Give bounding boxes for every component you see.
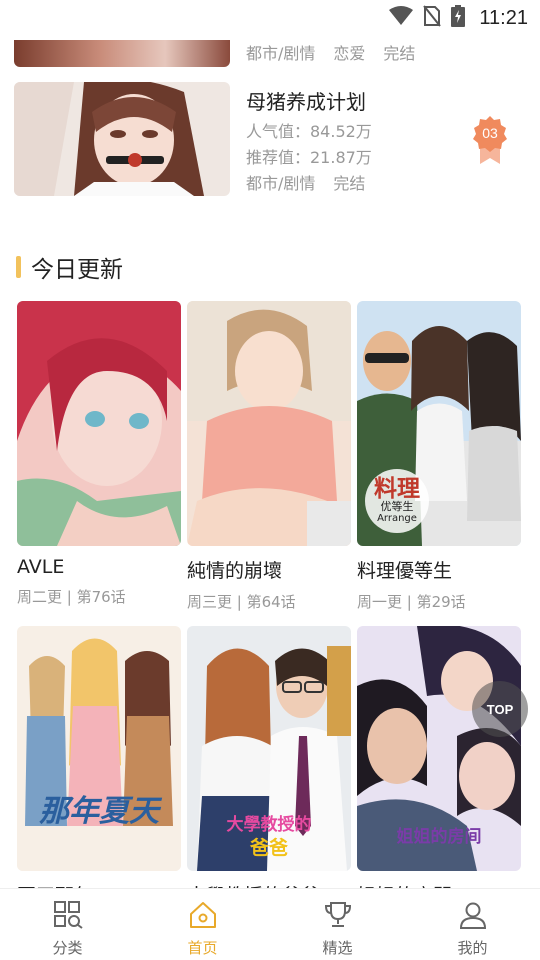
comic-cover[interactable]: 料理 优等生 Arrange <box>357 301 521 546</box>
section-header-today-updates: 今日更新 <box>16 250 123 284</box>
comic-title[interactable]: 料理優等生 <box>357 556 521 583</box>
nav-label: 分类 <box>52 939 83 957</box>
comic-cover[interactable]: 姐姐的房间 <box>357 626 521 871</box>
user-icon <box>458 901 488 933</box>
category-grid-icon <box>53 901 83 933</box>
wifi-icon <box>389 6 414 30</box>
comic-update-info: 周二更 | 第76话 <box>17 588 126 606</box>
nav-item-category[interactable]: 分类 <box>0 889 135 960</box>
comic-cover[interactable]: 大學教授的 爸爸 <box>187 626 351 871</box>
comic-cover[interactable] <box>17 301 181 546</box>
previous-rank-tags: 都市/剧情 恋爱 完结 <box>246 40 415 64</box>
bottom-nav: 分类 首页 精选 我的 <box>0 888 540 960</box>
cover-text: 爸爸 <box>249 837 288 859</box>
scroll-to-top-button[interactable]: TOP <box>472 681 528 737</box>
cover-text: 优等生 <box>380 500 414 513</box>
section-title: 今日更新 <box>31 257 123 283</box>
rank-item[interactable]: 母猪养成计划 人气值：84.52万 推荐值：21.87万 都市/剧情 完结 03 <box>14 82 526 198</box>
cover-text: 那年夏天 <box>39 794 159 829</box>
status-tag: 完结 <box>333 174 366 193</box>
rank-item-recommend: 推荐值：21.87万 <box>246 148 372 167</box>
rank-item-title[interactable]: 母猪养成计划 <box>246 86 366 115</box>
tag: 恋爱 <box>333 44 366 63</box>
nav-item-profile[interactable]: 我的 <box>405 889 540 960</box>
comic-card[interactable]: AVLE 周二更 | 第76话 <box>17 301 181 607</box>
nav-label: 精选 <box>322 939 353 957</box>
comic-update-info: 周一更 | 第29话 <box>357 593 466 611</box>
nav-label: 我的 <box>457 939 488 957</box>
trophy-icon <box>323 901 353 933</box>
tag: 完结 <box>383 44 416 63</box>
battery-charging-icon <box>451 5 466 31</box>
genre-tag: 都市/剧情 <box>246 174 316 193</box>
cover-text: 大學教授的 <box>226 815 312 835</box>
rank-badge-number: 03 <box>482 125 498 141</box>
nav-item-featured[interactable]: 精选 <box>270 889 405 960</box>
no-sim-icon <box>423 5 442 31</box>
comic-card[interactable]: 那年夏天 夏天那年 <box>17 626 181 916</box>
status-bar: 11:21 <box>0 0 540 36</box>
nav-item-home[interactable]: 首页 <box>135 889 270 960</box>
section-accent-bar <box>16 256 21 278</box>
comic-card[interactable]: 料理 优等生 Arrange 料理優等生 周一更 | 第29话 <box>357 301 521 612</box>
comic-title[interactable]: AVLE <box>17 556 181 578</box>
tag: 都市/剧情 <box>246 44 316 63</box>
rank-item-cover[interactable] <box>14 82 230 196</box>
comic-cover[interactable] <box>187 301 351 546</box>
comic-card[interactable]: 姐姐的房间 姐姐的房間 <box>357 626 521 916</box>
home-icon <box>188 901 218 933</box>
status-time: 11:21 <box>479 6 528 29</box>
comic-card[interactable]: 大學教授的 爸爸 大學教授的爸爸 <box>187 626 351 916</box>
comic-update-info: 周三更 | 第64话 <box>187 593 296 611</box>
rank-item-popularity: 人气值：84.52万 <box>246 122 372 141</box>
rank-item-tags: 都市/剧情 完结 <box>246 170 365 194</box>
cover-text: Arrange <box>377 513 417 524</box>
comic-cover[interactable]: 那年夏天 <box>17 626 181 871</box>
rank-badge: 03 <box>472 116 508 164</box>
comic-card[interactable]: 純情的崩壞 周三更 | 第64话 <box>187 301 351 612</box>
nav-label: 首页 <box>187 939 218 957</box>
cover-text: 姐姐的房间 <box>396 827 482 847</box>
previous-rank-cover[interactable] <box>14 40 230 67</box>
comic-title[interactable]: 純情的崩壞 <box>187 556 351 583</box>
